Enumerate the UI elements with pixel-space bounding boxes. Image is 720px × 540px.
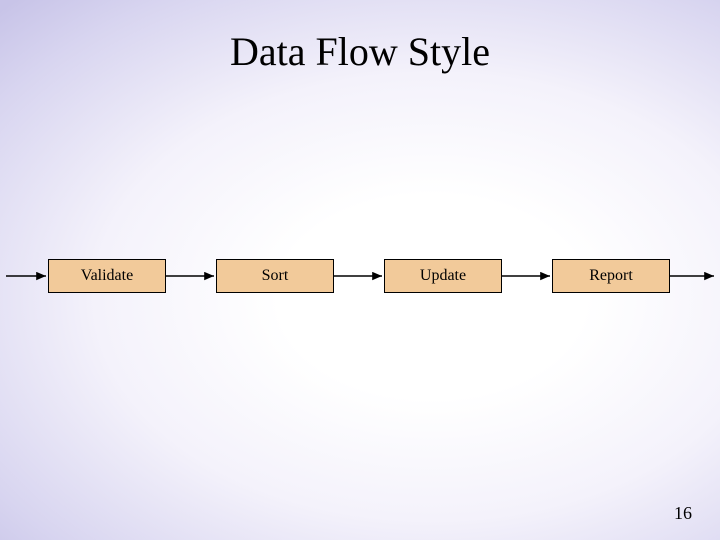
process-label: Update	[420, 267, 466, 285]
process-box-report: Report	[552, 259, 670, 293]
slide-title: Data Flow Style	[0, 28, 720, 75]
process-label: Sort	[262, 267, 289, 285]
process-label: Validate	[81, 267, 133, 285]
process-box-validate: Validate	[48, 259, 166, 293]
process-box-update: Update	[384, 259, 502, 293]
data-flow-diagram: Validate Sort Update Report	[0, 254, 720, 298]
process-box-sort: Sort	[216, 259, 334, 293]
page-number: 16	[674, 503, 692, 524]
process-label: Report	[589, 267, 633, 285]
slide: Data Flow Style Validate Sort Update Rep…	[0, 0, 720, 540]
